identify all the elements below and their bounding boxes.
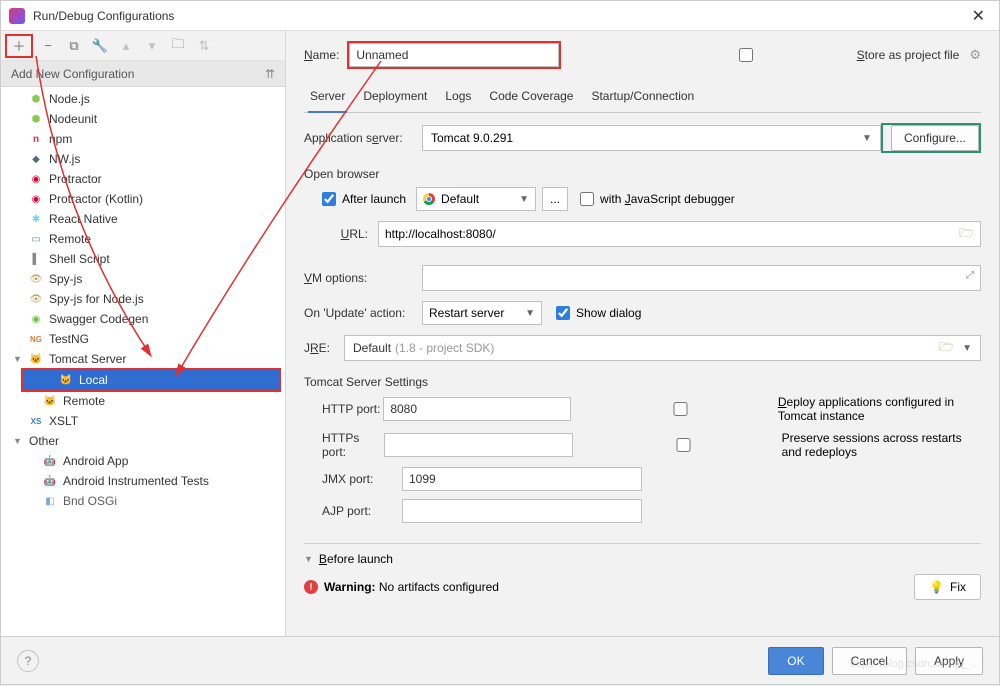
chrome-icon [423, 193, 435, 205]
warning-icon: ! [304, 580, 318, 594]
gear-icon[interactable]: ⚙ [969, 47, 981, 63]
app-server-select[interactable]: Tomcat 9.0.291▼ [422, 125, 881, 151]
window-title: Run/Debug Configurations [33, 9, 966, 23]
tree-group-tomcat[interactable]: ▼🐱Tomcat Server [7, 349, 285, 369]
config-tree: ⬢Node.js ⬢Nodeunit nnpm ◆NW.js ◉Protract… [1, 87, 285, 636]
tree-item-bnd-osgi[interactable]: ◧Bnd OSGi [7, 491, 285, 511]
jmx-port-label: JMX port: [322, 472, 402, 486]
ajp-port-label: AJP port: [322, 504, 402, 518]
section-title: Add New Configuration [11, 67, 134, 81]
tree-item-protractor[interactable]: ◉Protractor [7, 169, 285, 189]
folder-icon[interactable]: 🗀 [169, 37, 187, 55]
tree-group-other[interactable]: ▼Other [7, 431, 285, 451]
sidebar-toolbar: ＋ − ⧉ 🔧 ▴ ▾ 🗀 ⇅ [1, 31, 285, 61]
section-header: Add New Configuration ⇈ [1, 61, 285, 87]
tree-item-swagger[interactable]: ◉Swagger Codegen [7, 309, 285, 329]
tree-item-tomcat-local[interactable]: 🐱Local [23, 370, 279, 390]
show-dialog-label: Show dialog [576, 306, 641, 320]
show-dialog-checkbox[interactable] [556, 306, 570, 320]
deploy-label: Deploy applications configured in Tomcat… [778, 395, 981, 423]
tomcat-settings-label: Tomcat Server Settings [304, 375, 981, 389]
tree-item-protractor-kotlin[interactable]: ◉Protractor (Kotlin) [7, 189, 285, 209]
url-label: URL: [322, 227, 378, 241]
after-launch-label: After launch [342, 192, 406, 206]
tree-item-spyjs[interactable]: 👁Spy-js [7, 269, 285, 289]
wrench-icon[interactable]: 🔧 [91, 37, 109, 55]
name-label: Name: [304, 48, 339, 62]
up-icon[interactable]: ▴ [117, 37, 135, 55]
tree-item-react-native[interactable]: ✱React Native [7, 209, 285, 229]
app-server-label: Application server: [304, 131, 422, 145]
app-icon [9, 8, 25, 24]
tab-startup[interactable]: Startup/Connection [589, 83, 696, 112]
chevron-down-icon: ▼ [304, 554, 313, 564]
tree-item-xslt[interactable]: XSXSLT [7, 411, 285, 431]
cancel-button[interactable]: Cancel [832, 647, 907, 675]
jmx-port-input[interactable] [402, 467, 642, 491]
vm-input[interactable]: ⤢ [422, 265, 981, 291]
tree-item-nodejs[interactable]: ⬢Node.js [7, 89, 285, 109]
before-launch-label: Before launch [319, 552, 393, 566]
name-input[interactable] [349, 43, 559, 67]
deploy-checkbox[interactable] [589, 402, 772, 416]
tree-item-nodeunit[interactable]: ⬢Nodeunit [7, 109, 285, 129]
http-port-input[interactable] [383, 397, 570, 421]
js-debugger-label: with JavaScript debugger [600, 192, 735, 206]
down-icon[interactable]: ▾ [143, 37, 161, 55]
tab-logs[interactable]: Logs [443, 83, 473, 112]
before-launch-section[interactable]: ▼ Before launch [304, 543, 981, 566]
ok-button[interactable]: OK [768, 647, 823, 675]
jre-label: JRE: [304, 341, 344, 355]
close-icon[interactable]: ✕ [966, 4, 991, 28]
tab-coverage[interactable]: Code Coverage [487, 83, 575, 112]
tree-item-shell[interactable]: ▌Shell Script [7, 249, 285, 269]
bulb-icon: 💡 [929, 580, 944, 594]
remove-icon[interactable]: − [39, 37, 57, 55]
tabs: Server Deployment Logs Code Coverage Sta… [304, 83, 981, 113]
ajp-port-input[interactable] [402, 499, 642, 523]
http-port-label: HTTP port: [322, 402, 383, 416]
js-debugger-checkbox[interactable] [580, 192, 594, 206]
open-browser-label: Open browser [304, 167, 981, 181]
store-checkbox[interactable] [641, 48, 851, 62]
preserve-checkbox[interactable] [591, 438, 776, 452]
update-select[interactable]: Restart server▼ [422, 301, 542, 325]
warning-text: No artifacts configured [379, 580, 499, 594]
browser-select[interactable]: Default▼ [416, 187, 536, 211]
help-button[interactable]: ? [17, 650, 39, 672]
vm-label: VM options: [304, 271, 422, 285]
tree-item-remote[interactable]: ▭Remote [7, 229, 285, 249]
tree-item-tomcat-remote[interactable]: 🐱Remote [7, 391, 285, 411]
tab-server[interactable]: Server [308, 83, 347, 113]
tree-item-android-app[interactable]: 🤖Android App [7, 451, 285, 471]
warning-label: Warning: [324, 580, 376, 594]
tree-item-npm[interactable]: nnpm [7, 129, 285, 149]
add-icon[interactable]: ＋ [10, 37, 28, 55]
https-port-label: HTTPs port: [322, 431, 384, 459]
folder-icon[interactable]: 🗁 [939, 338, 954, 359]
jre-select[interactable]: Default(1.8 - project SDK)🗁▼ [344, 335, 981, 361]
after-launch-checkbox[interactable] [322, 192, 336, 206]
apply-button[interactable]: Apply [915, 647, 983, 675]
tree-item-android-tests[interactable]: 🤖Android Instrumented Tests [7, 471, 285, 491]
expand-icon[interactable]: ⤢ [966, 270, 974, 281]
tree-item-testng[interactable]: NGTestNG [7, 329, 285, 349]
tree-item-spyjs-node[interactable]: 👁Spy-js for Node.js [7, 289, 285, 309]
folder-icon[interactable]: 🗁 [959, 224, 974, 245]
tab-deployment[interactable]: Deployment [361, 83, 429, 112]
copy-icon[interactable]: ⧉ [65, 37, 83, 55]
sort-icon[interactable]: ⇅ [195, 37, 213, 55]
collapse-icon[interactable]: ⇈ [265, 67, 275, 81]
https-port-input[interactable] [384, 433, 573, 457]
url-input[interactable]: http://localhost:8080/🗁 [378, 221, 981, 247]
preserve-label: Preserve sessions across restarts and re… [782, 431, 981, 459]
browser-more-button[interactable]: ... [542, 187, 568, 211]
store-label: Store as project file [857, 48, 960, 62]
tree-item-nwjs[interactable]: ◆NW.js [7, 149, 285, 169]
configure-button[interactable]: Configure... [891, 125, 979, 151]
update-label: On 'Update' action: [304, 306, 422, 320]
fix-button[interactable]: 💡Fix [914, 574, 981, 600]
